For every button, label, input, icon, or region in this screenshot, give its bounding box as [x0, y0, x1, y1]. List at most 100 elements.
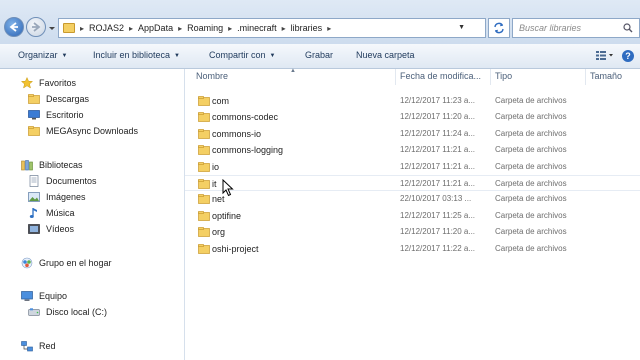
search-placeholder: Buscar libraries — [519, 23, 582, 33]
file-type: Carpeta de archivos — [495, 194, 567, 204]
search-icon — [623, 23, 633, 33]
folder-icon — [27, 93, 41, 105]
nav-pictures[interactable]: Imágenes — [27, 191, 86, 203]
file-name: oshi-project — [212, 243, 259, 254]
chevron-right-icon: ▸ — [327, 23, 332, 33]
share-with-menu[interactable]: Compartir con ▼ — [209, 50, 275, 60]
address-bar-area: ▸ ROJAS2 ▸ AppData ▸ Roaming ▸ .minecraf… — [0, 0, 640, 44]
arrow-left-icon — [9, 22, 18, 32]
chevron-down-icon: ▼ — [269, 53, 276, 59]
file-row-commons-io[interactable]: commons-io 12/12/2017 11:24 a... Carpeta d… — [185, 126, 640, 142]
arrow-right-icon — [32, 22, 41, 32]
file-row-com[interactable]: com 12/12/2017 11:23 a... Carpeta de archi… — [185, 93, 640, 109]
nav-libraries-label: Bibliotecas — [39, 160, 83, 170]
breadcrumb-rojas2[interactable]: ROJAS2 — [89, 23, 124, 33]
file-type: Carpeta de archivos — [495, 128, 567, 138]
nav-desktop-label: Escritorio — [46, 110, 84, 120]
folder-icon — [198, 145, 210, 156]
breadcrumb-roaming[interactable]: Roaming — [187, 23, 223, 33]
file-type: Carpeta de archivos — [495, 179, 567, 188]
nav-pictures-label: Imágenes — [46, 192, 86, 202]
file-row-commons-logging[interactable]: commons-logging 12/12/2017 11:21 a... Carp… — [185, 142, 640, 158]
breadcrumb-libraries[interactable]: libraries — [291, 23, 323, 33]
chevron-right-icon: ▸ — [129, 23, 134, 33]
file-name: io — [212, 161, 220, 172]
nav-libraries[interactable]: Bibliotecas — [20, 159, 83, 171]
column-header-date[interactable]: Fecha de modifica... — [400, 71, 481, 81]
file-row-oshi-project[interactable]: oshi-project 12/12/2017 11:22 a... Carpeta… — [185, 241, 640, 257]
folder-icon — [198, 243, 210, 254]
new-folder-button[interactable]: Nueva carpeta — [356, 50, 415, 60]
change-view-button[interactable] — [596, 51, 614, 62]
file-row-optifine[interactable]: optifine 12/12/2017 11:25 a... Carpeta de … — [185, 208, 640, 224]
file-name: org — [212, 227, 226, 238]
nav-local-disk-label: Disco local (C:) — [46, 307, 108, 317]
file-name: it — [212, 179, 217, 189]
file-name: optifine — [212, 210, 242, 221]
star-icon — [20, 77, 34, 89]
nav-computer[interactable]: Equipo — [20, 290, 67, 302]
library-icon — [20, 159, 34, 171]
column-header-name[interactable]: Nombre — [196, 71, 228, 81]
nav-network[interactable]: Red — [20, 340, 56, 352]
help-icon[interactable]: ? — [622, 50, 634, 62]
refresh-button[interactable] — [488, 18, 510, 38]
file-date: 12/12/2017 11:23 a... — [400, 96, 476, 105]
nav-downloads-label: Descargas — [46, 94, 90, 104]
nav-local-disk[interactable]: Disco local (C:) — [27, 306, 107, 318]
file-list-pane: ▲ Nombre Fecha de modifica... Tipo Tamañ… — [185, 68, 640, 360]
file-name: commons-logging — [212, 145, 284, 156]
nav-mega-downloads[interactable]: MEGAsync Downloads — [27, 125, 138, 137]
column-divider[interactable] — [395, 69, 396, 85]
desktop-icon — [27, 109, 41, 121]
nav-homegroup[interactable]: Grupo en el hogar — [20, 257, 112, 269]
nav-music[interactable]: Música — [27, 207, 75, 219]
file-name: com — [212, 96, 230, 106]
column-divider[interactable] — [490, 69, 491, 85]
breadcrumb-minecraft[interactable]: .minecraft — [237, 23, 277, 33]
nav-computer-label: Equipo — [39, 291, 68, 301]
folder-icon — [63, 23, 75, 33]
file-row-commons-codec[interactable]: commons-codec 12/12/2017 11:20 a... Carpet… — [185, 109, 640, 125]
burn-button[interactable]: Grabar — [305, 50, 333, 60]
column-divider[interactable] — [585, 69, 586, 85]
nav-downloads[interactable]: Descargas — [27, 93, 89, 105]
folder-icon — [198, 227, 210, 238]
recent-pages-dropdown[interactable] — [48, 24, 56, 32]
file-type: Carpeta de archivos — [495, 112, 567, 122]
file-type: Carpeta de archivos — [495, 145, 567, 155]
music-note-icon — [27, 207, 41, 219]
nav-network-label: Red — [39, 341, 56, 351]
file-row-io[interactable]: io 12/12/2017 11:21 a... Carpeta de archiv… — [185, 159, 640, 175]
file-date: 12/12/2017 11:22 a... — [400, 243, 476, 253]
file-date: 12/12/2017 11:20 a... — [400, 227, 476, 237]
file-date: 12/12/2017 11:21 a... — [400, 145, 476, 155]
folder-icon — [198, 179, 210, 189]
nav-desktop[interactable]: Escritorio — [27, 109, 84, 121]
include-library-menu[interactable]: Incluir en biblioteca ▼ — [93, 50, 180, 60]
file-row-net[interactable]: net 22/10/2017 03:13 ... Carpeta de archiv… — [185, 191, 640, 207]
breadcrumb-appdata[interactable]: AppData — [138, 23, 173, 33]
nav-music-label: Música — [46, 208, 75, 218]
folder-icon — [198, 96, 210, 106]
address-dropdown-icon[interactable]: ▼ — [458, 24, 465, 31]
column-header-type[interactable]: Tipo — [495, 71, 512, 81]
view-list-icon — [596, 51, 613, 60]
nav-documents[interactable]: Documentos — [27, 175, 97, 187]
forward-button[interactable] — [26, 17, 46, 37]
file-row-org[interactable]: org 12/12/2017 11:20 a... Carpeta de archi… — [185, 224, 640, 240]
back-button[interactable] — [4, 17, 24, 37]
file-type: Carpeta de archivos — [495, 227, 567, 237]
address-path[interactable]: ▸ ROJAS2 ▸ AppData ▸ Roaming ▸ .minecraf… — [58, 18, 486, 38]
search-input[interactable]: Buscar libraries — [512, 18, 640, 38]
share-with-label: Compartir con — [209, 50, 266, 60]
folder-icon — [27, 125, 41, 137]
file-row-it[interactable]: it 12/12/2017 11:21 a... Carpeta de archiv… — [185, 175, 640, 191]
nav-favorites[interactable]: Favoritos — [20, 77, 76, 89]
file-name: commons-codec — [212, 112, 279, 123]
column-header-size[interactable]: Tamaño — [590, 71, 622, 81]
nav-videos[interactable]: Vídeos — [27, 223, 74, 235]
nav-videos-label: Vídeos — [46, 224, 75, 234]
file-type: Carpeta de archivos — [495, 161, 567, 171]
organize-menu[interactable]: Organizar ▼ — [18, 50, 67, 60]
